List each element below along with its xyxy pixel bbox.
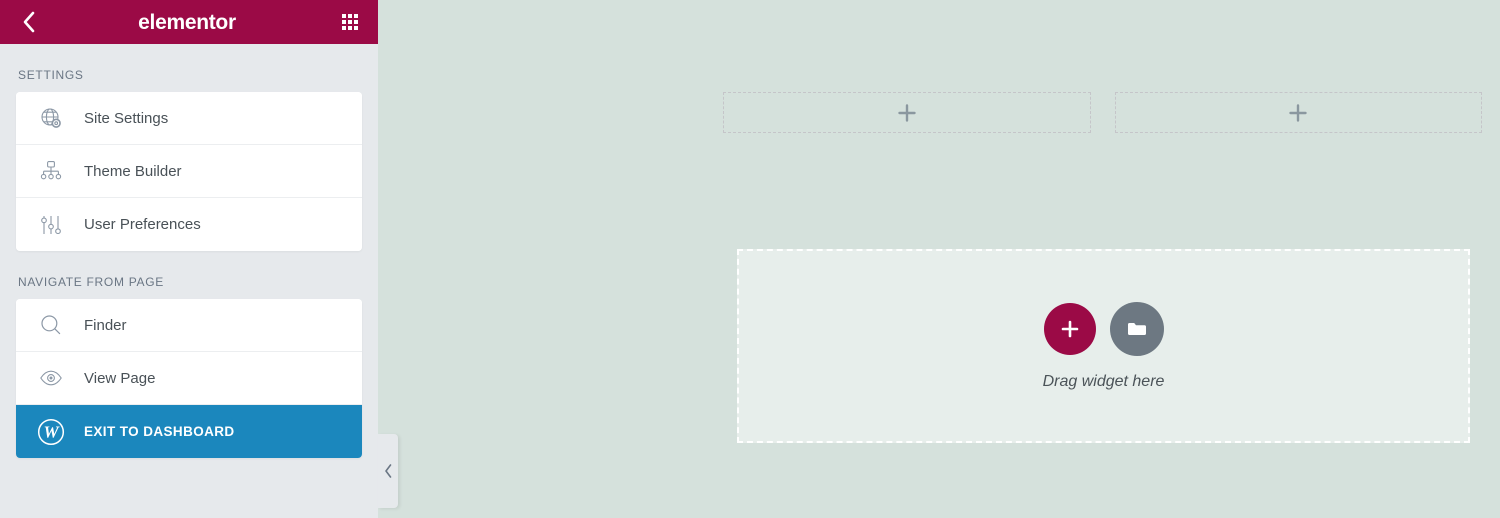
menu-item-label: EXIT TO DASHBOARD (84, 423, 235, 439)
menu-item-view-page[interactable]: View Page (16, 352, 362, 405)
folder-icon (1127, 323, 1146, 335)
menu-item-label: Finder (84, 316, 127, 334)
add-new-section-right[interactable] (1114, 92, 1482, 133)
navigate-menu-card: Finder View Page W EXIT TO DASHBOARD (16, 299, 362, 458)
add-section-row (723, 92, 1482, 133)
search-icon (34, 313, 68, 337)
menu-item-label: User Preferences (84, 216, 201, 233)
page-canvas: Drag widget here (378, 0, 1500, 518)
settings-menu-card: Site Settings Theme Builder User Prefere… (16, 92, 362, 251)
panel-header: elementor (0, 0, 378, 44)
elementor-editor: elementor SETTINGS Site Settings Theme B… (0, 0, 1500, 518)
chevron-left-icon (384, 464, 391, 478)
editor-panel: elementor SETTINGS Site Settings Theme B… (0, 0, 398, 518)
globe-gear-icon (34, 106, 68, 130)
wordpress-icon: W (34, 418, 68, 446)
menu-item-label: Theme Builder (84, 162, 182, 180)
menu-item-finder[interactable]: Finder (16, 299, 362, 352)
add-widget-button[interactable] (1043, 303, 1096, 355)
elementor-logo: elementor (138, 10, 236, 34)
apps-grid-icon[interactable] (336, 8, 364, 36)
svg-text:W: W (43, 422, 60, 441)
add-new-section-left[interactable] (723, 92, 1091, 133)
menu-item-user-preferences[interactable]: User Preferences (16, 198, 362, 251)
eye-icon (34, 366, 68, 390)
drop-zone-buttons (1043, 302, 1164, 356)
menu-item-label: Site Settings (84, 109, 169, 127)
section-label-settings: SETTINGS (18, 68, 84, 82)
section-label-navigate: NAVIGATE FROM PAGE (18, 275, 164, 289)
plus-icon (1061, 320, 1078, 338)
drop-zone-label: Drag widget here (1042, 373, 1165, 390)
menu-item-label: View Page (84, 369, 156, 387)
plus-icon (898, 103, 916, 122)
menu-item-site-settings[interactable]: Site Settings (16, 92, 362, 145)
sitemap-icon (34, 159, 68, 183)
menu-item-theme-builder[interactable]: Theme Builder (16, 145, 362, 198)
plus-icon (1289, 103, 1307, 122)
template-library-button[interactable] (1109, 302, 1164, 356)
panel-collapse-handle[interactable] (378, 434, 398, 508)
panel-body: SETTINGS Site Settings Theme Builder Use… (0, 44, 378, 518)
widget-drop-zone[interactable]: Drag widget here (737, 249, 1470, 443)
sliders-icon (34, 213, 68, 237)
menu-item-exit-to-dashboard[interactable]: W EXIT TO DASHBOARD (16, 405, 362, 458)
